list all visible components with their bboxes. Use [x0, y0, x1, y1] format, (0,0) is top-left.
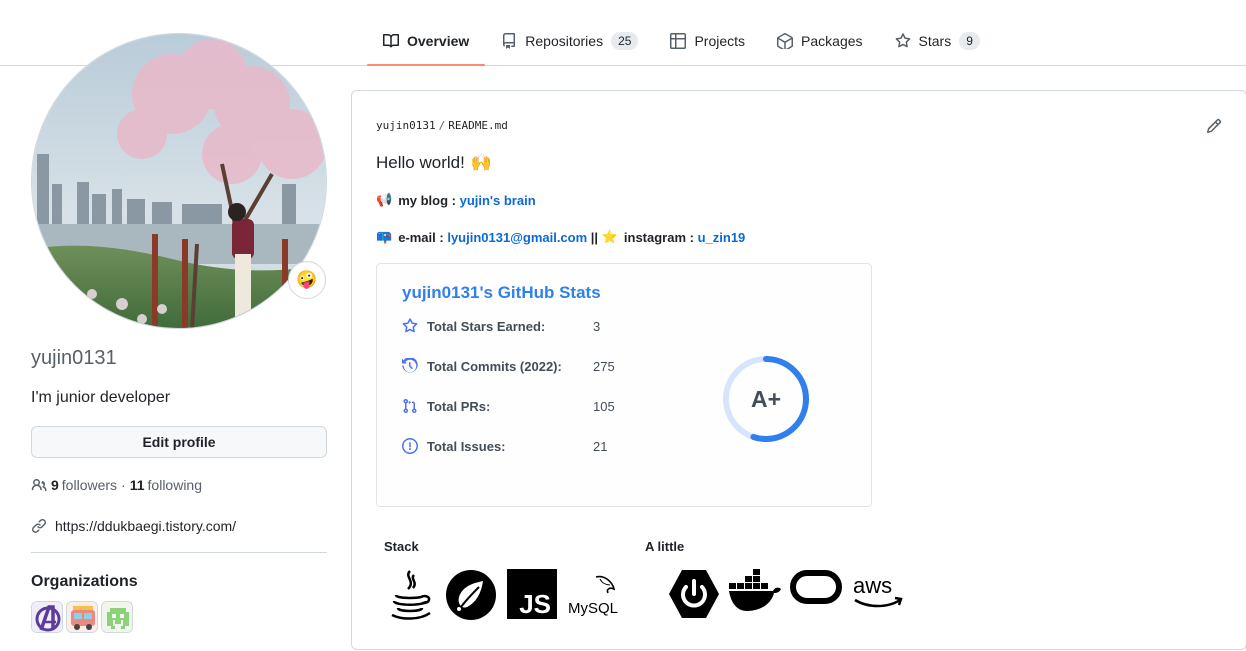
javascript-icon: JS	[507, 569, 557, 619]
mysql-logo-text: MySQL	[568, 600, 618, 617]
tab-projects[interactable]: Projects	[654, 22, 761, 59]
stat-value: 105	[593, 398, 615, 414]
stars-count-badge: 9	[959, 31, 980, 50]
github-stats-card: yujin0131's GitHub Stats Total Stars Ear…	[376, 263, 872, 507]
contact-separator: ||	[590, 229, 599, 245]
followers-link[interactable]: 9 followers	[51, 477, 117, 493]
tab-bar: Overview Repositories 25 Projects Packag…	[367, 22, 996, 66]
tab-stars[interactable]: Stars 9	[879, 22, 996, 59]
email-link[interactable]: lyujin0131@gmail.com	[447, 230, 587, 245]
followers-count: 9	[51, 477, 59, 493]
instagram-link[interactable]: u_zin19	[698, 230, 746, 245]
pull-request-icon	[403, 398, 417, 414]
follow-separator: ·	[121, 477, 126, 493]
java-icon	[391, 570, 431, 620]
website-row: https://ddukbaegi.tistory.com/	[31, 518, 236, 534]
following-label: following	[147, 477, 203, 493]
link-icon	[32, 518, 47, 533]
stat-label: Total PRs:	[427, 398, 491, 414]
stat-label: Total Stars Earned:	[427, 318, 546, 334]
tab-overview[interactable]: Overview	[367, 22, 486, 66]
tab-label: Projects	[694, 32, 746, 49]
sidebar-divider	[31, 552, 327, 553]
tab-label: Repositories	[525, 32, 604, 49]
tab-label: Stars	[918, 32, 952, 49]
mailbox-emoji: 📪	[376, 229, 393, 244]
blog-line: 📢 my blog : yujin's brain	[376, 192, 536, 208]
status-emoji-button[interactable]: 🤪	[288, 261, 326, 299]
blog-label: my blog :	[398, 192, 456, 208]
mail-label: e-mail :	[398, 229, 444, 245]
history-icon	[402, 358, 418, 373]
stack-label: Stack	[384, 539, 419, 554]
following-link[interactable]: 11 following	[130, 477, 202, 493]
readme-path-user[interactable]: yujin0131	[376, 119, 436, 132]
star-icon	[402, 318, 418, 333]
table-icon	[670, 32, 687, 49]
a-little-label: A little	[645, 539, 685, 554]
tab-packages[interactable]: Packages	[761, 22, 878, 59]
follow-stats: 9 followers · 11 following	[31, 477, 202, 493]
stats-title: yujin0131's GitHub Stats	[402, 283, 601, 302]
readme-path: yujin0131/README.md	[376, 119, 508, 132]
stat-value: 21	[593, 438, 608, 454]
repo-icon	[503, 32, 516, 49]
spring-boot-icon	[669, 570, 719, 618]
blog-link[interactable]: yujin's brain	[460, 193, 536, 208]
js-logo-text: JS	[519, 589, 551, 619]
stat-row-stars: Total Stars Earned: 3	[402, 318, 600, 334]
website-link[interactable]: https://ddukbaegi.tistory.com/	[55, 518, 236, 534]
insta-label: instagram :	[623, 229, 694, 245]
docker-icon	[729, 569, 781, 611]
bio: I'm junior developer	[31, 389, 171, 406]
profile-readme: yujin0131/README.md Hello world! 🙌 📢 my …	[351, 90, 1246, 650]
org-avatar-invader[interactable]	[101, 601, 133, 633]
tab-label: Overview	[407, 32, 470, 49]
organizations-heading: Organizations	[31, 573, 138, 590]
avatar-photo	[32, 34, 326, 328]
hello-text: Hello world!	[376, 153, 465, 172]
raised-hands-emoji: 🙌	[470, 153, 492, 172]
status-emoji: 🤪	[296, 270, 318, 289]
book-icon	[383, 33, 399, 47]
stat-row-prs: Total PRs: 105	[402, 398, 615, 414]
contact-line: 📪 e-mail : lyujin0131@gmail.com || ⭐ ins…	[376, 229, 745, 245]
stat-row-commits: Total Commits (2022): 275	[402, 358, 615, 374]
org-avatar-avengers[interactable]	[31, 601, 63, 633]
readme-path-file[interactable]: README.md	[448, 119, 508, 132]
edit-profile-button[interactable]: Edit profile	[31, 426, 327, 458]
org-avatar-bus[interactable]	[66, 601, 98, 633]
tab-label: Packages	[801, 32, 863, 49]
megaphone-emoji: 📢	[376, 192, 393, 207]
username: yujin0131	[31, 347, 117, 369]
tab-repositories[interactable]: Repositories 25	[485, 22, 654, 59]
star-icon	[895, 32, 910, 47]
people-icon	[31, 478, 47, 492]
readme-heading: Hello world! 🙌	[376, 153, 492, 173]
repo-count-badge: 25	[611, 31, 639, 50]
following-count: 11	[129, 477, 145, 493]
aws-logo-text: aws	[853, 573, 892, 598]
stat-value: 3	[593, 318, 601, 334]
rank-grade: A+	[750, 385, 782, 412]
oracle-icon	[790, 570, 842, 604]
spring-icon	[446, 570, 496, 620]
stat-label: Total Issues:	[427, 438, 506, 454]
star-emoji: ⭐	[601, 229, 618, 244]
mysql-icon: MySQL	[568, 575, 618, 617]
issue-icon	[402, 438, 418, 454]
stat-label: Total Commits (2022):	[427, 358, 562, 374]
stat-value: 275	[593, 358, 615, 374]
organizations-list	[31, 601, 133, 633]
followers-label: followers	[61, 477, 118, 493]
pencil-icon[interactable]	[1206, 118, 1222, 134]
aws-icon: aws	[853, 573, 903, 608]
avatar[interactable]	[31, 33, 327, 329]
package-icon	[777, 32, 794, 49]
stat-row-issues: Total Issues: 21	[402, 438, 607, 454]
